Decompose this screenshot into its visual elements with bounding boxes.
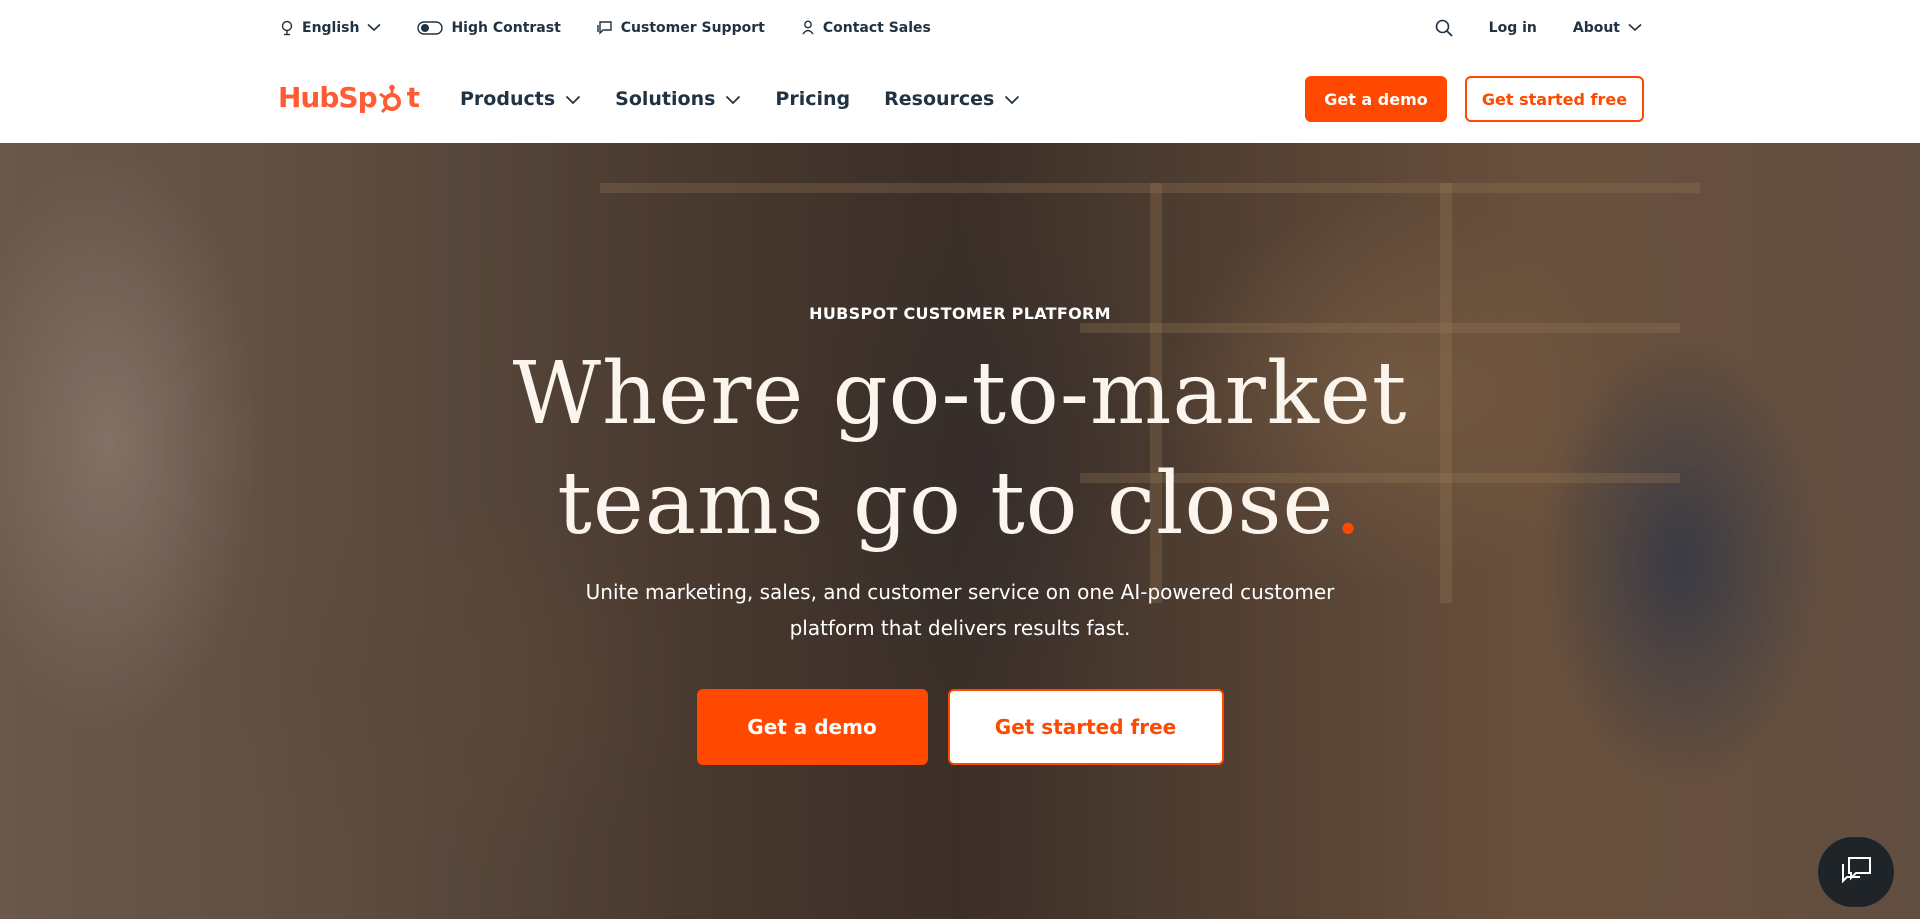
language-label: English bbox=[302, 19, 360, 36]
chevron-down-icon bbox=[1004, 88, 1020, 110]
person-icon bbox=[801, 20, 815, 35]
globe-icon bbox=[280, 20, 294, 36]
hero-get-started-button[interactable]: Get started free bbox=[947, 689, 1224, 765]
chat-bubble-icon bbox=[597, 20, 613, 35]
nav-get-started-button[interactable]: Get started free bbox=[1465, 76, 1644, 122]
chevron-down-icon bbox=[367, 23, 381, 32]
hero-eyebrow: HUBSPOT CUSTOMER PLATFORM bbox=[809, 304, 1111, 323]
login-label: Log in bbox=[1488, 19, 1537, 36]
headline-dot: . bbox=[1334, 454, 1363, 554]
hero-content: HUBSPOT CUSTOMER PLATFORM Where go-to-ma… bbox=[0, 143, 1920, 919]
nav-item-label: Resources bbox=[884, 88, 995, 110]
hero-section: HUBSPOT CUSTOMER PLATFORM Where go-to-ma… bbox=[0, 143, 1920, 919]
about-label: About bbox=[1572, 19, 1620, 36]
toggle-icon bbox=[417, 20, 444, 35]
hubspot-logo[interactable]: HubSp t bbox=[278, 81, 420, 114]
nav-item-label: Pricing bbox=[775, 88, 851, 110]
utility-right-group: Log in About bbox=[1435, 0, 1642, 55]
customer-support-label: Customer Support bbox=[620, 19, 765, 36]
nav-item-label: Products bbox=[460, 88, 556, 110]
nav-cta-group: Get a demo Get started free bbox=[1305, 76, 1644, 122]
hero-get-demo-button[interactable]: Get a demo bbox=[696, 689, 928, 765]
nav-item-solutions[interactable]: Solutions bbox=[615, 88, 741, 110]
login-link[interactable]: Log in bbox=[1489, 20, 1537, 36]
contact-sales-label: Contact Sales bbox=[822, 19, 931, 36]
nav-item-resources[interactable]: Resources bbox=[884, 88, 1020, 110]
nav-item-pricing[interactable]: Pricing bbox=[775, 88, 850, 110]
utility-bar: English High Contrast Customer Support C… bbox=[0, 0, 1920, 55]
chat-launcher-button[interactable] bbox=[1818, 837, 1894, 907]
headline-line-2: teams go to close bbox=[557, 454, 1335, 554]
high-contrast-toggle[interactable]: High Contrast bbox=[417, 19, 561, 36]
chevron-down-icon bbox=[1628, 23, 1642, 32]
nav-get-demo-button[interactable]: Get a demo bbox=[1305, 76, 1447, 122]
hero-subhead: Unite marketing, sales, and customer ser… bbox=[585, 580, 1335, 640]
main-nav: HubSp t Products Solutions Pricing Resou… bbox=[0, 55, 1920, 143]
search-icon bbox=[1435, 19, 1453, 37]
contact-sales-link[interactable]: Contact Sales bbox=[801, 20, 931, 36]
utility-left-group: English High Contrast Customer Support C… bbox=[280, 0, 931, 55]
chat-launcher-icon bbox=[1839, 855, 1873, 889]
chevron-down-icon bbox=[725, 88, 741, 110]
hero-headline: Where go-to-market teams go to close. bbox=[0, 339, 1920, 559]
chevron-down-icon bbox=[565, 88, 581, 110]
headline-line-1: Where go-to-market bbox=[512, 344, 1408, 444]
language-selector[interactable]: English bbox=[280, 20, 381, 36]
nav-item-products[interactable]: Products bbox=[460, 88, 581, 110]
hero-cta-group: Get a demo Get started free bbox=[0, 689, 1920, 765]
sprocket-icon bbox=[378, 84, 406, 113]
primary-nav-links: Products Solutions Pricing Resources bbox=[460, 55, 1020, 143]
logo-text-end: t bbox=[406, 81, 420, 114]
about-menu[interactable]: About bbox=[1573, 20, 1642, 36]
high-contrast-label: High Contrast bbox=[451, 19, 561, 36]
search-button[interactable] bbox=[1435, 19, 1453, 37]
logo-text-start: HubSp bbox=[278, 81, 378, 114]
nav-item-label: Solutions bbox=[615, 88, 716, 110]
customer-support-link[interactable]: Customer Support bbox=[597, 20, 765, 36]
